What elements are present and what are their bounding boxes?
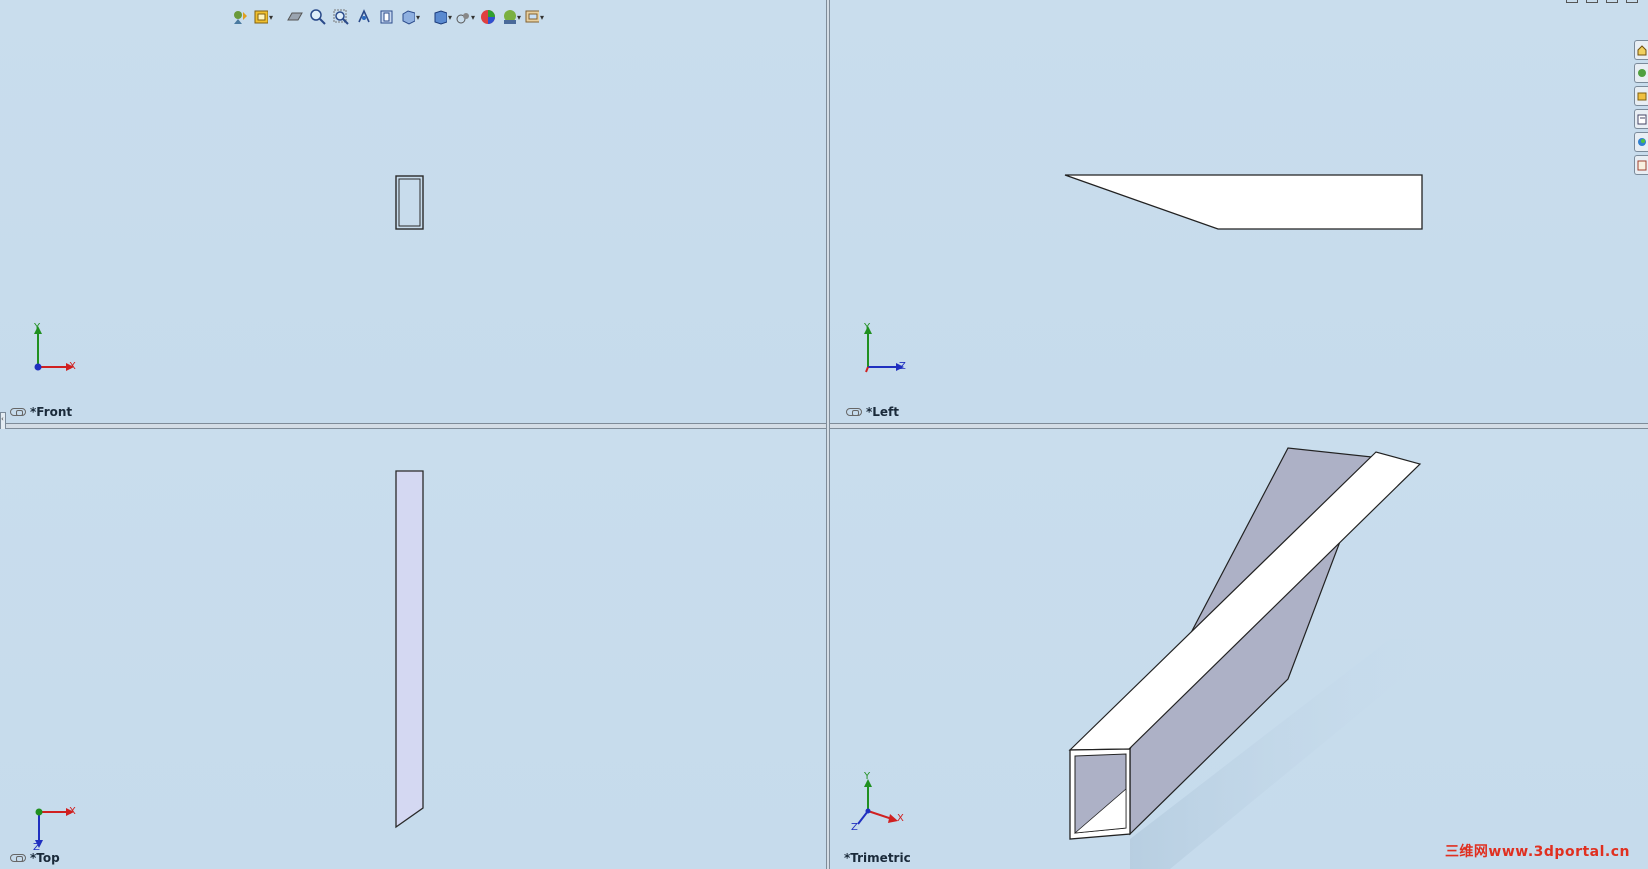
appearances-icon[interactable] [1634, 132, 1648, 152]
watermark: 三维网www.3dportal.cn [1444, 844, 1630, 860]
axis-label-z: Z [899, 361, 906, 372]
axis-label-y: Y [864, 322, 871, 333]
link-views-icon[interactable] [846, 408, 862, 416]
triad-front [34, 326, 74, 371]
link-views-icon[interactable] [10, 408, 26, 416]
view-label-left[interactable]: *Left [846, 405, 899, 419]
axis-label-x: X [69, 361, 76, 372]
axis-label-y: Y [34, 322, 41, 333]
view-label-trimetric[interactable]: *Trimetric [844, 851, 911, 865]
triad-trimetric [857, 779, 898, 825]
axis-label-x: X [897, 813, 904, 824]
file-explorer-icon[interactable] [1634, 86, 1648, 106]
task-pane-tabs [1634, 40, 1648, 175]
custom-properties-icon[interactable] [1634, 155, 1648, 175]
viewport-top[interactable]: X Z *Top [0, 429, 826, 869]
axis-label-z: Z [851, 822, 858, 833]
home-icon[interactable] [1634, 40, 1648, 60]
triad-left [864, 326, 904, 373]
viewport-left[interactable]: Y Z *Left [830, 0, 1648, 423]
design-library-icon[interactable] [1634, 63, 1648, 83]
axis-label-y: Y [864, 771, 871, 782]
viewport-trimetric[interactable]: Y X Z *Trimetric [830, 429, 1648, 869]
axis-label-x: X [69, 806, 76, 817]
link-views-icon[interactable] [10, 854, 26, 862]
view-palette-icon[interactable] [1634, 109, 1648, 129]
triad-top [35, 808, 74, 848]
viewport-front[interactable]: ▾ ▾ ▾ ▾ ▾ ▾ Y X *Front [0, 0, 826, 423]
view-label-front[interactable]: *Front [10, 405, 72, 419]
view-label-top[interactable]: *Top [10, 851, 60, 865]
